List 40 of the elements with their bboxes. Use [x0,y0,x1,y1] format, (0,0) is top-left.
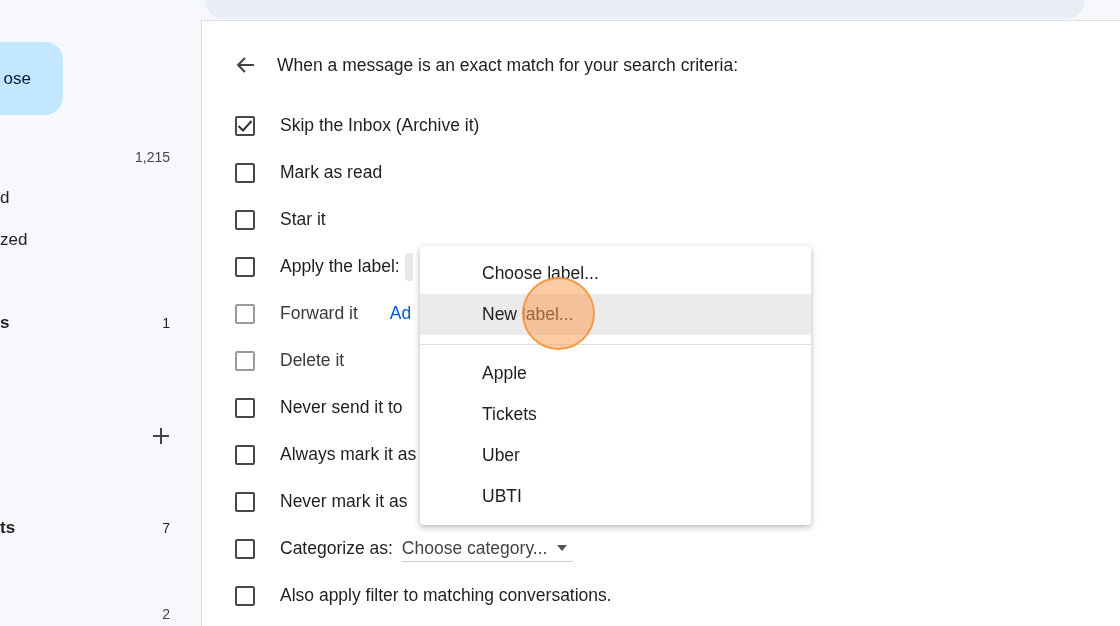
option-label: Never mark it as [280,490,408,514]
count-label: 2 [162,604,170,624]
option-label: Delete it [280,349,345,373]
checkbox[interactable] [235,256,255,277]
option-label: Never send it to [280,396,403,420]
option-label: Apply the label: [280,255,400,279]
menu-item[interactable]: New label... [420,294,811,335]
option-label: Categorize as: [280,537,393,561]
option-label: Also apply filter to matching conversations. [280,584,612,608]
option-label: Forward it [280,302,358,326]
menu-item[interactable]: Uber [420,435,811,476]
filter-heading: When a message is an exact match for your search criteria: [277,53,739,77]
menu-item[interactable]: UBTI [420,476,811,517]
count-label: 1 [162,313,170,333]
checkbox[interactable] [235,162,255,183]
option-label: Skip the Inbox (Archive it) [280,114,480,138]
sidebar-item[interactable]: s [0,310,10,336]
plus-icon[interactable] [152,427,170,445]
option-label: Mark as read [280,161,383,185]
option-label: Star it [280,208,326,232]
sidebar-item[interactable]: zed [0,227,28,253]
menu-item[interactable]: Tickets [420,394,811,435]
count-label: 7 [162,518,170,538]
checkbox[interactable] [235,538,255,559]
option-label: Always mark it as [280,443,417,467]
count-label: 1,215 [134,147,170,167]
checkbox[interactable] [235,585,255,606]
caret-icon [557,545,568,551]
compose-button[interactable]: ose [0,42,63,115]
checkbox[interactable] [235,397,255,418]
sidebar-item[interactable]: d [0,185,10,211]
checkbox[interactable] [235,209,255,230]
back-arrow-icon[interactable] [235,56,255,74]
checkbox[interactable] [235,115,255,136]
category-dropdown[interactable]: Choose category... [401,534,574,563]
checkbox[interactable] [235,444,255,465]
menu-item[interactable]: Choose label... [420,253,811,294]
sidebar-item[interactable]: ts [0,515,16,541]
checkbox[interactable] [235,491,255,512]
menu-item[interactable]: Apple [420,353,811,394]
